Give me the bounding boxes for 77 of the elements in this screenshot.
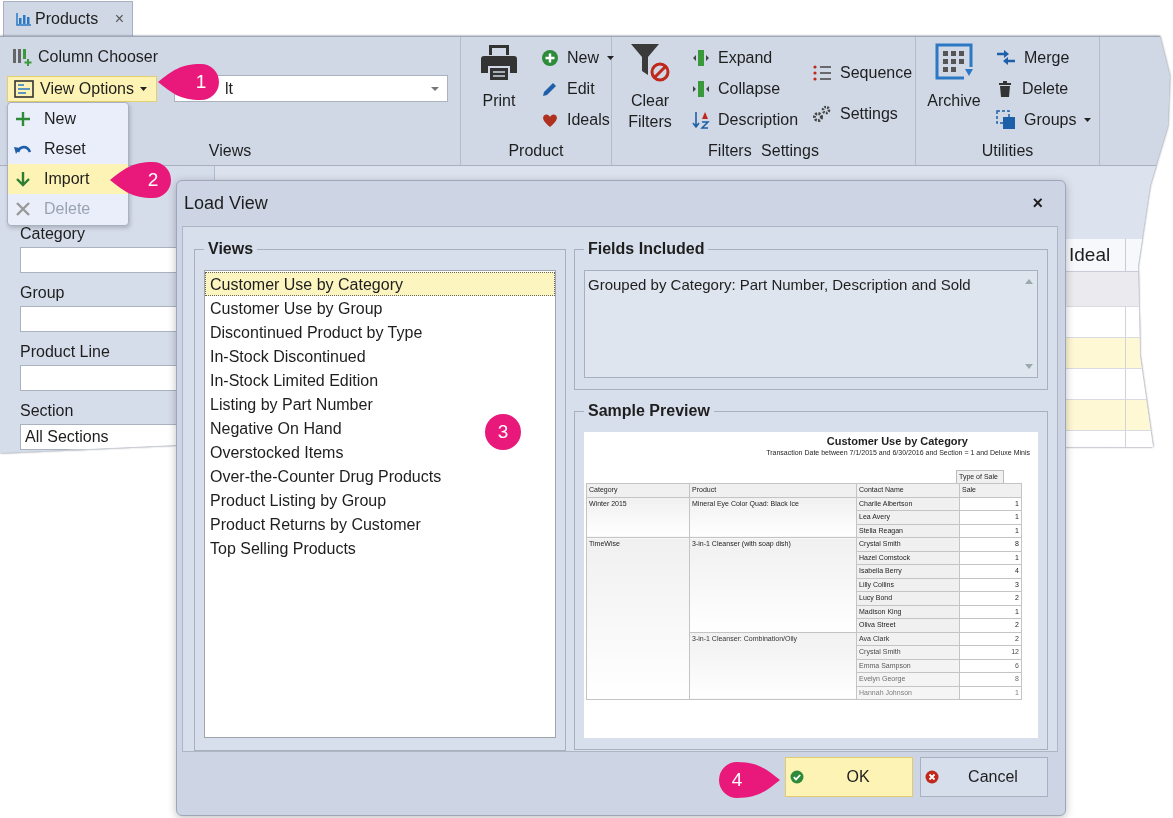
ribbon-button[interactable]: Ideals [541,104,614,135]
group-box-title: Views [207,240,255,258]
ribbon-button[interactable]: Merge [996,42,1092,73]
down-arrow-icon [16,171,30,187]
ok-button[interactable]: OK [785,757,913,797]
group-box-title: Fields Included [587,240,706,258]
ribbon-button[interactable]: Archive [926,42,982,111]
filter-clear-icon [630,42,670,82]
list-item[interactable]: Overstocked Items [205,440,345,464]
list-item[interactable]: Listing by Part Number [205,392,374,416]
ribbon-button[interactable]: Print [471,42,527,111]
menu-item[interactable]: Import [8,164,128,194]
close-button[interactable]: × [1032,193,1043,214]
column-chooser-button[interactable]: Column Chooser [7,44,159,70]
scroll-up-icon[interactable] [1025,279,1033,284]
merge-icon [996,48,1016,67]
fields-text: Grouped by Category: Part Number, Description and Sold [587,275,972,295]
check-circle-icon [790,770,804,784]
caret-icon [140,86,147,91]
list-item[interactable]: Discontinued Product by Type [205,320,424,344]
list-item[interactable]: In-Stock Limited Edition [205,368,380,392]
field-label: Section [20,401,75,421]
ribbon-button[interactable]: New [541,42,614,73]
gears-icon [812,103,833,124]
caret-icon [607,55,614,60]
list-item[interactable]: In-Stock Discontinued [205,344,367,368]
group-box-title: Sample Preview [587,402,711,420]
list-item[interactable]: Customer Use by Group [205,296,384,320]
ribbon-button[interactable]: Clear Filters [622,42,678,132]
list-item[interactable]: Negative On Hand [205,416,343,440]
caret-icon [431,86,439,91]
dialog-title: Load View [184,193,268,214]
menu-item[interactable]: New [8,104,128,134]
groups-icon [996,109,1016,130]
ribbon-button[interactable]: Description [692,104,799,135]
plus-icon [15,111,31,127]
menu-item[interactable]: Reset [8,134,128,164]
grid-archive-icon [934,42,974,82]
ribbon-button[interactable]: Collapse [692,73,799,104]
ribbon-button[interactable]: Expand [692,42,799,73]
columns-icon [12,47,32,67]
plus-circle-icon [541,48,559,67]
callout-tooltip: 3 [484,413,522,451]
ribbon-button[interactable]: Delete [996,73,1092,104]
list-item[interactable]: Product Returns by Customer [205,512,422,536]
x-icon [16,202,30,216]
expand-icon [692,48,710,67]
ribbon-button[interactable]: Sequence [812,57,913,88]
group-label: Views [208,141,252,161]
group-label: Filters Settings [708,141,819,161]
tab-close-button[interactable]: × [114,10,124,28]
list-item[interactable]: Product Listing by Group [205,488,388,512]
sort-icon [692,110,710,129]
list-item[interactable]: Top Selling Products [205,536,357,560]
group-label: Product [508,141,564,161]
trash-icon [996,79,1014,98]
field-label: Group [20,283,66,303]
cancel-circle-icon [925,770,939,784]
panel-icon [14,79,34,98]
ribbon-button[interactable]: Settings [812,98,913,129]
list-item[interactable]: Over-the-Counter Drug Products [205,464,443,488]
view-options-button[interactable]: View Options [7,75,157,102]
printer-icon [479,42,519,82]
field-label: Category [20,224,86,244]
field-label: Product Line [20,342,111,362]
chart-icon [16,12,32,26]
ribbon-button[interactable]: Edit [541,73,614,104]
callout-tooltip: 4 [718,761,780,799]
report-title: Customer Use by Category [825,434,968,448]
list-item[interactable]: Customer Use by Category [205,272,555,296]
ribbon-button[interactable]: Groups [996,104,1092,135]
tab-title: Products [35,10,99,28]
caret-icon [1084,117,1092,122]
collapse-icon [692,79,710,98]
products-tab[interactable]: Products × [3,1,133,36]
cancel-button[interactable]: Cancel [920,757,1048,797]
group-label: Utilities [981,141,1034,161]
